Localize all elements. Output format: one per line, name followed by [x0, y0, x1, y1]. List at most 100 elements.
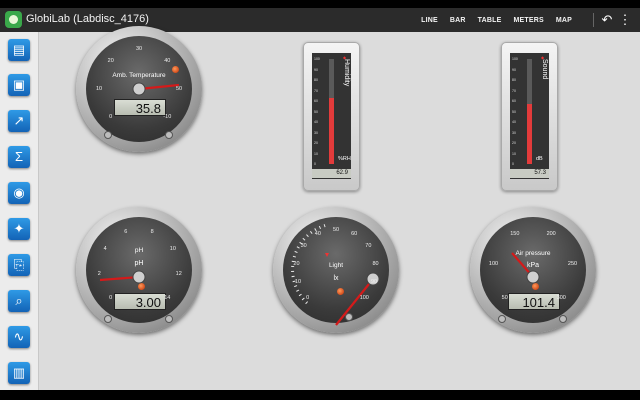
- humidity-bar-title: Humidity: [343, 59, 350, 87]
- export-icon[interactable]: ↗: [8, 110, 30, 132]
- bar-tick-label: 40: [314, 120, 318, 124]
- sound-bar-fill: [527, 104, 532, 164]
- ph-needle: [99, 270, 146, 284]
- bar-tick-label: 80: [512, 78, 516, 82]
- gauge-tick-label: 10: [294, 279, 302, 286]
- bar-tick-label: 20: [512, 141, 516, 145]
- top-menu: LINE BAR TABLE METERS MAP: [421, 8, 572, 32]
- gauge-tick-label: 40: [164, 57, 171, 64]
- bar-tick-label: 50: [512, 109, 516, 114]
- gauge-tick-label: 2: [97, 271, 101, 278]
- left-toolbar: ▤ ▣ ↗ Σ ◉ ✦ ⎘ ⌕ ∿ ▥: [0, 32, 39, 390]
- gauge-tick-label: 0: [109, 295, 113, 302]
- sound-bar-panel: 100 90 80 70 60 50 40 30 20 10 0 ◆ Sound dB 57.3: [510, 53, 549, 179]
- light-gauge: Light lx 0 10 20 30 40 50 60 70 80 90 100: [273, 207, 399, 333]
- bar-tick-label: 60: [314, 99, 318, 103]
- temperature-gauge: Amb. Temperature °C 35.8 01020304050-10: [76, 26, 202, 152]
- bar-tick-label: 50: [314, 109, 318, 114]
- menu-meters[interactable]: METERS: [513, 17, 543, 24]
- menu-table[interactable]: TABLE: [478, 17, 502, 24]
- zoom-icon[interactable]: ⌕: [8, 290, 30, 312]
- gauge-tick-label: 30: [135, 46, 143, 52]
- gauge-tick-label: 40: [314, 231, 321, 238]
- sigma-icon[interactable]: Σ: [8, 146, 30, 168]
- gauge-tick-label: 10: [169, 245, 176, 252]
- bar-tick-label: 0: [512, 162, 514, 166]
- ph-gauge: pH pH 3.00 0 2 4 6 8 10 12 14: [76, 207, 202, 333]
- sound-bar-meter: 100 90 80 70 60 50 40 30 20 10 0 ◆ Sound dB 57.3: [501, 42, 558, 191]
- save-icon[interactable]: ▣: [8, 74, 30, 96]
- labdisc-icon[interactable]: ◉: [8, 182, 30, 204]
- gauge-tick-label: 0: [109, 114, 113, 121]
- gauge-tick-label: 70: [365, 243, 372, 250]
- undo-icon[interactable]: ↶: [600, 11, 614, 29]
- temperature-needle: [132, 82, 180, 96]
- menu-bar[interactable]: BAR: [450, 17, 466, 24]
- bar-tick-label: 10: [314, 151, 318, 156]
- bar-tick-label: 60: [512, 99, 516, 103]
- pressure-gauge: Air pressure kPa 101.4 50 100 150 200 250 300: [470, 207, 596, 333]
- humidity-value-display: 62.9: [312, 169, 351, 178]
- globilab-logo-icon: [5, 11, 22, 28]
- run-icon[interactable]: ✦: [8, 218, 30, 240]
- gauge-tick-label: 300: [556, 295, 566, 302]
- bottom-edge: [0, 390, 640, 400]
- gauge-tick-label: 0: [306, 295, 310, 302]
- humidity-bar-scale: 100 90 80 70 60 50 40 30 20 10 0: [314, 57, 327, 167]
- graph-icon[interactable]: ∿: [8, 326, 30, 348]
- sound-bar-unit: dB: [536, 156, 543, 162]
- menu-divider: [593, 13, 594, 27]
- humidity-bar-unit: %RH: [338, 156, 351, 162]
- sound-value-display: 57.3: [510, 169, 549, 178]
- gauge-tick-label: 250: [567, 260, 578, 267]
- sound-bar-title: Sound: [541, 59, 548, 80]
- bar-tick-label: 90: [512, 67, 516, 72]
- light-needle: [335, 272, 380, 326]
- bar-tick-label: 100: [512, 57, 518, 61]
- gauge-tick-label: 20: [293, 260, 300, 267]
- bar-tick-label: 90: [314, 67, 318, 72]
- gauge-tick-label: 6: [124, 229, 128, 236]
- gauge-tick-label: -10: [163, 114, 172, 121]
- book-icon[interactable]: ▥: [8, 362, 30, 384]
- bar-tick-label: 10: [512, 151, 516, 156]
- humidity-bar-fill: [329, 98, 334, 164]
- gauge-tick-label: 50: [501, 295, 508, 302]
- menu-map[interactable]: MAP: [556, 17, 572, 24]
- open-folder-icon[interactable]: ▤: [8, 39, 30, 61]
- edit-page-icon[interactable]: ⎘: [8, 254, 30, 276]
- humidity-bar-panel: 100 90 80 70 60 50 40 30 20 10 0 ◆ Humidity %RH 62…: [312, 53, 351, 179]
- gauge-tick-label: 60: [351, 231, 358, 238]
- app-title: GlobiLab (Labdisc_4176): [26, 13, 149, 25]
- bar-tick-label: 20: [314, 141, 318, 145]
- gauge-tick-label: 8: [150, 229, 154, 236]
- gauge-tick-label: 200: [546, 231, 556, 238]
- gauge-tick-label: 14: [164, 295, 171, 302]
- sound-bar-scale: 100 90 80 70 60 50 40 30 20 10 0: [512, 57, 525, 167]
- bar-tick-label: 100: [314, 57, 320, 61]
- gauge-tick-label: 10: [95, 86, 103, 92]
- gauge-tick-label: 12: [175, 271, 182, 278]
- gauge-tick-label: 50: [175, 86, 183, 92]
- bar-tick-label: 30: [314, 130, 318, 135]
- gauge-tick-label: 30: [300, 243, 307, 250]
- more-vertical-icon[interactable]: ⋮: [618, 11, 632, 29]
- gauge-tick-label: 150: [510, 231, 520, 238]
- meters-panel: Amb. Temperature °C 35.8 01020304050-10 …: [39, 26, 640, 390]
- gauge-tick-label: 100: [359, 295, 369, 302]
- gauge-tick-label: 50: [332, 227, 340, 233]
- humidity-bar-meter: 100 90 80 70 60 50 40 30 20 10 0 ◆ Humidity %RH 62…: [303, 42, 360, 191]
- gauge-tick-label: 4: [103, 245, 107, 252]
- bar-tick-label: 40: [512, 120, 516, 124]
- bar-tick-label: 0: [314, 162, 316, 166]
- bar-tick-label: 30: [512, 130, 516, 135]
- bar-tick-label: 70: [314, 88, 318, 93]
- bar-tick-label: 70: [512, 88, 516, 93]
- gauge-tick-label: 90: [370, 279, 378, 286]
- gauge-tick-label: 80: [372, 260, 379, 267]
- pressure-needle: [511, 252, 540, 284]
- gauge-tick-label: 20: [107, 57, 114, 64]
- menu-line[interactable]: LINE: [421, 17, 438, 24]
- bar-tick-label: 80: [314, 78, 318, 82]
- gauge-tick-label: 100: [488, 260, 499, 267]
